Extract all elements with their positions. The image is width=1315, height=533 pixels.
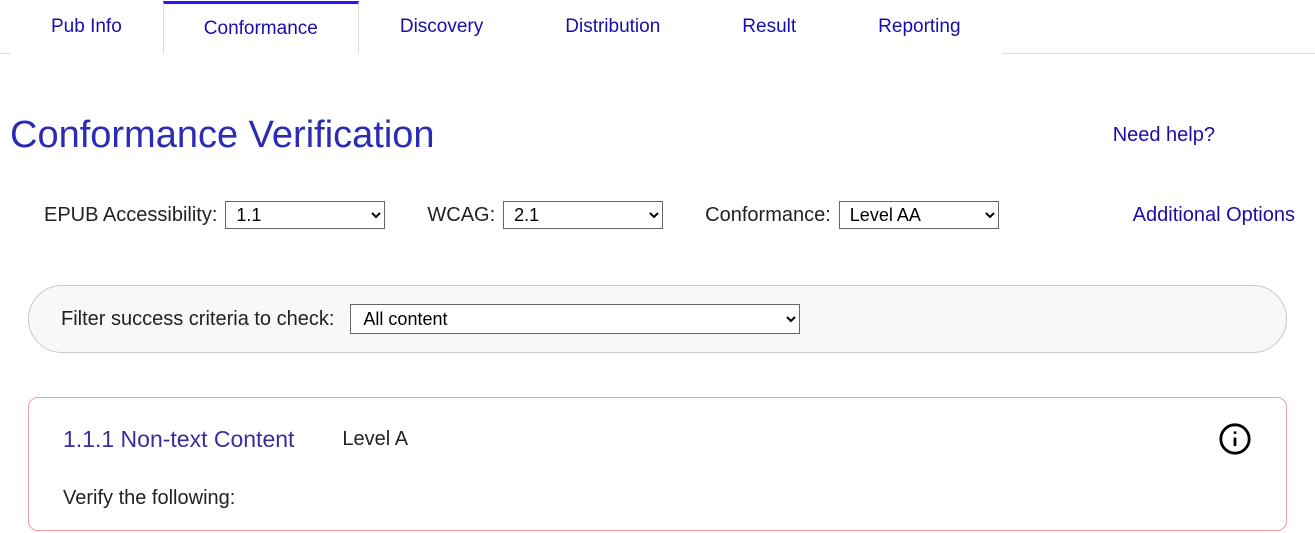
help-link[interactable]: Need help? bbox=[1113, 124, 1215, 147]
tab-conformance[interactable]: Conformance bbox=[163, 1, 359, 54]
selectors-row: EPUB Accessibility: 1.1 WCAG: 2.1 Confor… bbox=[10, 201, 1305, 229]
conformance-label: Conformance: bbox=[705, 204, 831, 227]
filter-select[interactable]: All content bbox=[350, 304, 800, 334]
criterion-title: 1.1.1 Non-text Content bbox=[63, 426, 294, 453]
info-icon[interactable] bbox=[1218, 422, 1252, 456]
criterion-header: 1.1.1 Non-text Content Level A bbox=[63, 426, 1252, 453]
tab-bar: Pub Info Conformance Discovery Distribut… bbox=[0, 0, 1315, 54]
tab-distribution[interactable]: Distribution bbox=[524, 1, 701, 54]
additional-options-link[interactable]: Additional Options bbox=[1133, 204, 1295, 227]
header-row: Conformance Verification Need help? bbox=[10, 114, 1305, 157]
main-content: Conformance Verification Need help? EPUB… bbox=[0, 54, 1315, 531]
filter-label: Filter success criteria to check: bbox=[61, 308, 334, 331]
tab-pub-info[interactable]: Pub Info bbox=[10, 1, 163, 54]
filter-box: Filter success criteria to check: All co… bbox=[28, 285, 1287, 353]
criterion-card: 1.1.1 Non-text Content Level A Verify th… bbox=[28, 397, 1287, 531]
tab-result[interactable]: Result bbox=[701, 1, 837, 54]
wcag-group: WCAG: 2.1 bbox=[427, 201, 663, 229]
tab-discovery[interactable]: Discovery bbox=[359, 1, 524, 54]
criterion-body-intro: Verify the following: bbox=[63, 487, 1252, 510]
wcag-select[interactable]: 2.1 bbox=[503, 201, 663, 229]
epub-accessibility-group: EPUB Accessibility: 1.1 bbox=[44, 201, 385, 229]
conformance-select[interactable]: Level AA bbox=[839, 201, 999, 229]
page-title: Conformance Verification bbox=[10, 114, 435, 157]
criterion-level: Level A bbox=[342, 428, 408, 451]
epub-accessibility-label: EPUB Accessibility: bbox=[44, 204, 217, 227]
tab-reporting[interactable]: Reporting bbox=[837, 1, 1001, 54]
epub-accessibility-select[interactable]: 1.1 bbox=[225, 201, 385, 229]
wcag-label: WCAG: bbox=[427, 204, 495, 227]
conformance-group: Conformance: Level AA bbox=[705, 201, 999, 229]
